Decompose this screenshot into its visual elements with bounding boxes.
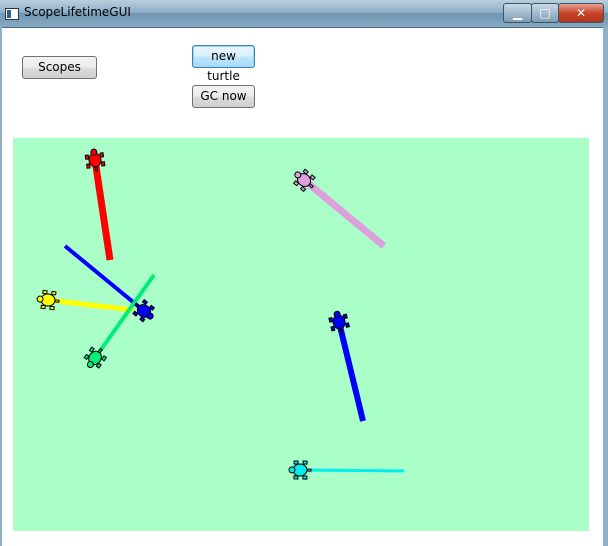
new-turtle-button[interactable]: new turtle xyxy=(192,45,255,83)
turtle-icon[interactable] xyxy=(36,289,60,311)
turtle-trail-7 xyxy=(299,468,405,473)
close-button[interactable]: ✕ xyxy=(558,3,604,23)
minimize-button[interactable]: ▁ xyxy=(503,3,532,23)
maximize-button[interactable]: □ xyxy=(531,3,559,23)
turtle-trail-2 xyxy=(301,177,387,249)
gc-now-button[interactable]: GC now xyxy=(192,85,255,108)
turtle-trail-1 xyxy=(91,159,114,261)
turtle-trail-6 xyxy=(336,321,366,422)
turtle-trail-4 xyxy=(47,297,134,313)
turtle-icon[interactable] xyxy=(288,460,312,480)
window-frame-left xyxy=(0,27,2,546)
turtle-icon[interactable] xyxy=(84,148,106,172)
turtle-drawing xyxy=(36,148,405,480)
window-frame-right xyxy=(603,27,608,546)
app-window-icon xyxy=(5,8,19,20)
window-title: ScopeLifetimeGUI xyxy=(24,5,131,19)
title-bar: ScopeLifetimeGUI ▁ □ ✕ xyxy=(0,0,608,28)
turtle-canvas[interactable] xyxy=(13,138,589,531)
scopes-button[interactable]: Scopes xyxy=(22,56,97,79)
turtle-icon[interactable] xyxy=(81,344,108,372)
